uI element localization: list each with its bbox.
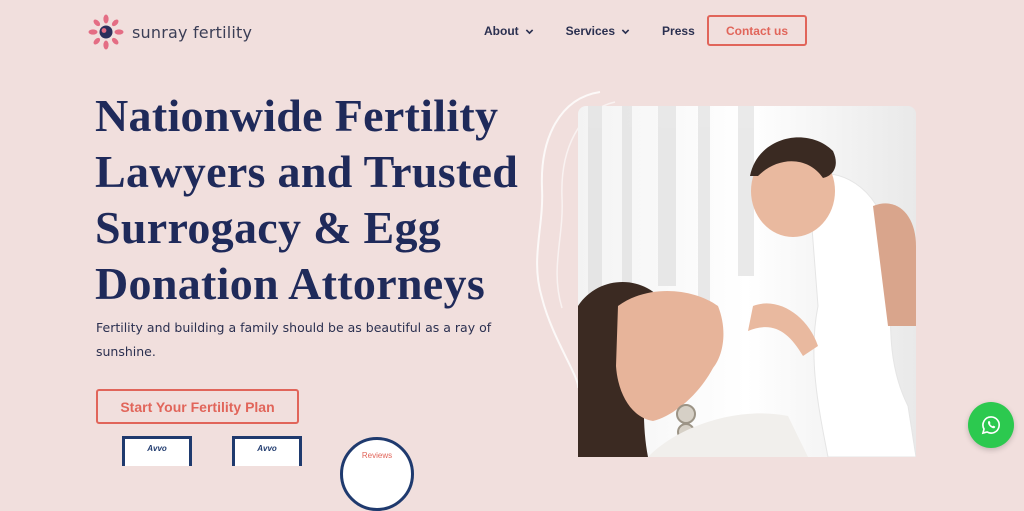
chevron-down-icon: [621, 28, 630, 34]
avvo-badge[interactable]: Avvo: [122, 436, 192, 466]
avvo-badge[interactable]: Avvo: [232, 436, 302, 466]
avvo-badge-label: Avvo: [147, 444, 167, 453]
headline-line: Surrogacy & Egg: [95, 202, 442, 253]
hero-photo: [578, 106, 916, 457]
nav-item-about[interactable]: About: [484, 15, 534, 47]
headline-line: Lawyers and Trusted: [95, 146, 519, 197]
headline-line: Donation Attorneys: [95, 258, 486, 309]
reviews-badge[interactable]: Reviews: [340, 437, 414, 511]
nav-item-label: Services: [565, 24, 616, 38]
start-fertility-plan-button[interactable]: Start Your Fertility Plan: [96, 389, 299, 424]
nav-item-label: About: [484, 24, 519, 38]
nav-item-press[interactable]: Press: [662, 15, 695, 47]
brand-logo[interactable]: sunray fertility: [88, 14, 252, 50]
nav-item-services[interactable]: Services: [566, 15, 630, 47]
reviews-badge-label: Reviews: [361, 451, 393, 460]
mother-and-baby-image: [578, 106, 916, 457]
headline-line: Nationwide Fertility: [95, 90, 499, 141]
sunburst-logo-icon: [88, 14, 124, 50]
hero-headline: Nationwide Fertility Lawyers and Trusted…: [95, 88, 525, 312]
whatsapp-chat-button[interactable]: [968, 402, 1014, 448]
main-nav: About Services Press: [484, 15, 727, 47]
contact-button[interactable]: Contact us: [707, 15, 807, 46]
brand-name: sunray fertility: [132, 22, 253, 42]
whatsapp-icon: [981, 416, 1000, 435]
avvo-badge-label: Avvo: [257, 444, 277, 453]
chevron-down-icon: [525, 28, 533, 34]
nav-item-label: Press: [662, 24, 695, 38]
hero-subtitle: Fertility and building a family should b…: [96, 320, 492, 359]
